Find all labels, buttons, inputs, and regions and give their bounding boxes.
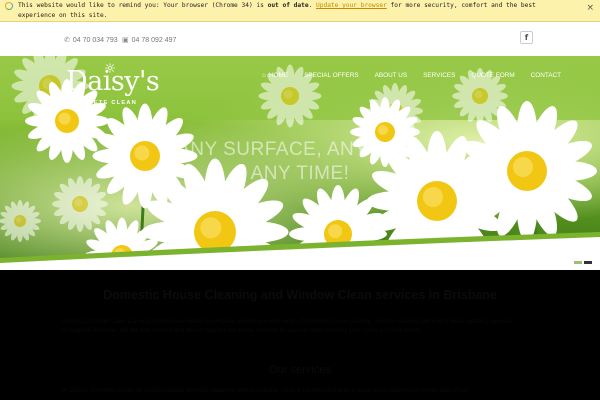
logo-tagline: COMPLETE CLEAN [67, 100, 138, 106]
close-notice-icon[interactable]: × [586, 3, 594, 13]
phone-2[interactable]: ▣ 04 78 092 497 [122, 36, 177, 45]
hero-headline: ANY SURFACE, ANY SIZE, ANY TIME! [130, 138, 470, 186]
nav-home-label: Home [268, 72, 289, 79]
nav-services-label: Services [423, 72, 456, 79]
phone-2-number: 04 78 092 497 [131, 36, 177, 44]
main-nav: ⌂ Home Special Offers About Us Services Q… [254, 72, 569, 79]
nav-home[interactable]: ⌂ Home [254, 72, 296, 79]
daisys-logo[interactable]: Daisy's COMPLETE CLEAN [66, 63, 160, 110]
nav-about-us[interactable]: About Us [367, 72, 416, 79]
browser-update-notice: This website would like to remind you: Y… [0, 0, 600, 22]
browser-warning-icon [5, 2, 13, 10]
contact-bar: ✆ 04 70 034 793 ▣ 04 78 092 497 f [0, 22, 600, 56]
notice-text-before: This website would like to remind you: Y… [18, 2, 268, 9]
nav-contact[interactable]: Contact [523, 72, 569, 79]
main-content: Domestic House Cleaning and Window Clean… [0, 270, 600, 400]
nav-contact-label: Contact [530, 72, 562, 79]
services-subheading: Our services [269, 364, 331, 376]
nav-services[interactable]: Services [415, 72, 463, 79]
home-icon: ⌂ [262, 72, 266, 79]
hero-headline-line1: ANY SURFACE, ANY SIZE, [177, 139, 423, 160]
update-browser-link[interactable]: Update your browser [316, 2, 387, 9]
nav-special-offers[interactable]: Special Offers [296, 72, 366, 79]
content-paragraph: Daisy's Complete Clean is a local profes… [62, 319, 513, 334]
hero-headline-line2: ANY TIME! [250, 163, 350, 184]
phone-icon: ✆ [64, 37, 70, 44]
slider-pagination [574, 261, 592, 264]
notice-text-mid: . [308, 2, 317, 9]
hero-slider: Daisy's COMPLETE CLEAN ⌂ Home Special Off… [0, 56, 600, 270]
content-heading: Domestic House Cleaning and Window Clean… [103, 288, 497, 302]
logo-wordmark: Daisy's [66, 66, 160, 97]
nav-special-offers-label: Special Offers [304, 72, 359, 79]
phone-1-number: 04 70 034 793 [72, 36, 118, 44]
nav-quote-form-label: Quote Form [471, 72, 515, 79]
notice-bold-text: out of date [267, 2, 309, 9]
facebook-icon[interactable]: f [520, 31, 533, 44]
slide-dot-2[interactable] [584, 261, 592, 264]
nav-quote-form[interactable]: Quote Form [463, 72, 522, 79]
services-paragraph: At Daisy's Complete Clean we provide reg… [62, 388, 471, 394]
mobile-icon: ▣ [122, 37, 129, 44]
page: This website would like to remind you: Y… [0, 0, 600, 400]
slide-dot-1[interactable] [574, 261, 582, 264]
phone-1[interactable]: ✆ 04 70 034 793 [64, 36, 118, 45]
nav-about-us-label: About Us [374, 72, 408, 79]
